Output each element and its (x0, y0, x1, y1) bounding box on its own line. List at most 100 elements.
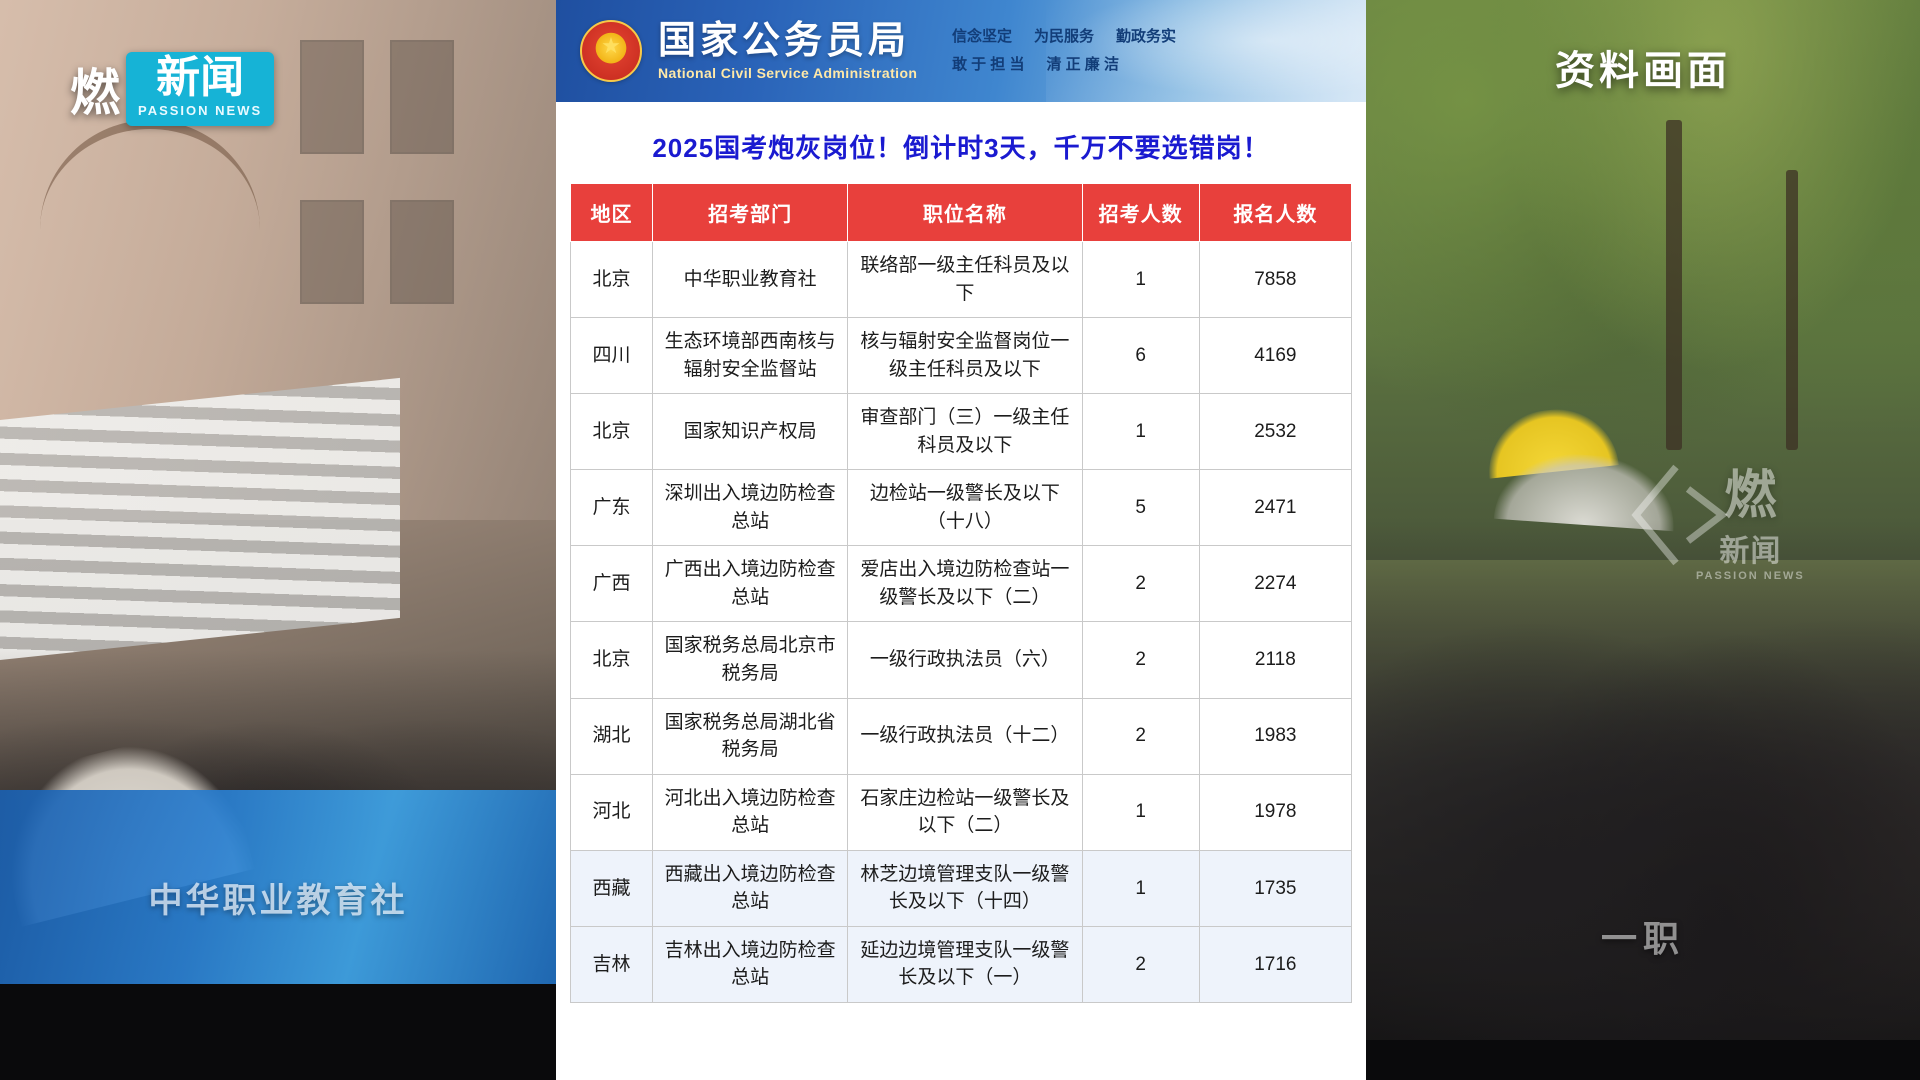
cell-applicant-count: 2274 (1198, 545, 1353, 623)
cell-position: 延边边境管理支队一级警长及以下（一） (847, 925, 1083, 1003)
cell-department: 中华职业教育社 (651, 240, 849, 319)
table-row: 北京 中华职业教育社 联络部一级主任科员及以下 1 7858 (570, 240, 1353, 319)
cell-department: 生态环境部西南核与辐射安全监督站 (651, 317, 849, 395)
cell-region: 北京 (570, 621, 653, 699)
watermark-brand-en: PASSION NEWS (1696, 570, 1805, 582)
table-row: 湖北 国家税务总局湖北省税务局 一级行政执法员（十二） 2 1983 (570, 697, 1353, 775)
logo-brand-cn: 新闻 (156, 53, 245, 102)
cell-department: 国家税务总局湖北省税务局 (651, 697, 849, 775)
cell-region: 广西 (570, 545, 653, 623)
organization-names: 国家公务员局 National Civil Service Administra… (658, 19, 918, 82)
cell-region: 吉林 (570, 925, 653, 1003)
cell-hire-count: 2 (1081, 545, 1200, 623)
cell-region: 河北 (570, 773, 653, 851)
column-header-applicant-count: 报名人数 (1198, 183, 1353, 242)
right-video-panel: 资料画面 燃 新闻 PASSION NEWS 一职 (1366, 0, 1920, 1080)
positions-table: 地区 招考部门 职位名称 招考人数 报名人数 北京 中华职业教育社 联络部一级主… (570, 183, 1353, 1003)
cell-hire-count: 1 (1081, 773, 1200, 851)
cell-department: 国家知识产权局 (651, 393, 849, 471)
building-window (300, 200, 364, 304)
cell-position: 联络部一级主任科员及以下 (847, 240, 1083, 319)
channel-logo: 燃 新闻 PASSION NEWS (70, 52, 275, 126)
cell-department: 河北出入境边防检查总站 (651, 773, 849, 851)
slogan-line1-right: 勤政务实 (1115, 27, 1176, 45)
column-header-hire-count: 招考人数 (1081, 183, 1200, 242)
cell-applicant-count: 2471 (1198, 469, 1353, 547)
table-row: 吉林 吉林出入境边防检查总站 延边边境管理支队一级警长及以下（一） 2 1716 (570, 925, 1353, 1003)
table-container: 地区 招考部门 职位名称 招考人数 报名人数 北京 中华职业教育社 联络部一级主… (570, 183, 1353, 1003)
document-header: ★ 国家公务员局 National Civil Service Administ… (556, 0, 1366, 102)
slogan-line2-right: 清 正 廉 洁 (1046, 56, 1119, 73)
slogan-line1-left: 信念坚定 (951, 27, 1012, 45)
watermark-brand-cn: 新闻 (1719, 535, 1782, 568)
cell-hire-count: 5 (1081, 469, 1200, 547)
cell-position: 一级行政执法员（十二） (847, 697, 1083, 775)
crowd-silhouettes (1366, 520, 1920, 1080)
logo-brand-en: PASSION NEWS (138, 103, 263, 118)
building-window (390, 40, 454, 154)
logo-mark-glyph: 燃 (70, 65, 120, 121)
right-subtitle-text: 一职 (1600, 918, 1685, 959)
cell-region: 广东 (570, 469, 653, 547)
table-row: 四川 生态环境部西南核与辐射安全监督站 核与辐射安全监督岗位一级主任科员及以下 … (570, 317, 1353, 395)
cell-hire-count: 1 (1081, 849, 1200, 927)
cell-region: 西藏 (570, 849, 653, 927)
table-row: 北京 国家税务总局北京市税务局 一级行政执法员（六） 2 2118 (570, 621, 1353, 699)
column-header-region: 地区 (570, 183, 653, 242)
slogan-line1-mid: 为民服务 (1033, 27, 1094, 45)
cell-hire-count: 2 (1081, 621, 1200, 699)
org-name-cn: 国家公务员局 (658, 19, 911, 62)
cell-region: 北京 (570, 240, 653, 319)
cell-applicant-count: 1983 (1198, 697, 1353, 775)
cell-position: 爱店出入境边防检查站一级警长及以下（二） (847, 545, 1083, 623)
tree-trunk (1666, 120, 1682, 450)
cell-hire-count: 2 (1081, 697, 1200, 775)
cell-applicant-count: 1978 (1198, 773, 1353, 851)
national-emblem-icon: ★ (580, 20, 642, 82)
cell-region: 湖北 (570, 697, 653, 775)
column-header-position: 职位名称 (847, 183, 1083, 242)
building-window (390, 200, 454, 304)
cell-department: 深圳出入境边防检查总站 (651, 469, 849, 547)
cell-hire-count: 1 (1081, 240, 1200, 319)
right-caption: 资料画面 (1555, 49, 1731, 93)
cell-position: 一级行政执法员（六） (847, 621, 1083, 699)
left-overlay-text: 中华职业教育社 (148, 882, 408, 920)
table-row: 广东 深圳出入境边防检查总站 边检站一级警长及以下（十八） 5 2471 (570, 469, 1353, 547)
table-head: 地区 招考部门 职位名称 招考人数 报名人数 (570, 183, 1353, 242)
logo-badge: 新闻 PASSION NEWS (126, 52, 275, 126)
table-row: 西藏 西藏出入境边防检查总站 林芝边境管理支队一级警长及以下（十四） 1 173… (570, 849, 1353, 927)
screenshot-stage: 中华职业教育社 燃 新闻 PASSION NEWS ★ 国家公务员局 Natio… (0, 0, 1920, 1080)
stairs (0, 377, 400, 663)
cell-position: 边检站一级警长及以下（十八） (847, 469, 1083, 547)
slogan-line2-left: 敢 于 担 当 (951, 56, 1025, 73)
cell-department: 吉林出入境边防检查总站 (651, 925, 849, 1003)
page-title: 2025国考炮灰岗位！倒计时3天，千万不要选错岗！ (652, 133, 1270, 163)
cell-position: 审查部门（三）一级主任科员及以下 (847, 393, 1083, 471)
left-video-panel: 中华职业教育社 燃 新闻 PASSION NEWS (0, 0, 556, 1080)
cell-region: 北京 (570, 393, 653, 471)
building-window (300, 40, 364, 154)
cell-applicant-count: 4169 (1198, 317, 1353, 395)
cell-applicant-count: 1716 (1198, 925, 1353, 1003)
header-slogan: 信念坚定 为民服务 勤政务实 敢 于 担 当 清 正 廉 洁 (952, 23, 1176, 80)
channel-watermark: 燃 新闻 PASSION NEWS (1696, 470, 1805, 582)
table-row: 北京 国家知识产权局 审查部门（三）一级主任科员及以下 1 2532 (570, 393, 1353, 471)
cell-department: 西藏出入境边防检查总站 (651, 849, 849, 927)
table-header-row: 地区 招考部门 职位名称 招考人数 报名人数 (570, 183, 1353, 242)
bottom-letterbox (0, 984, 556, 1080)
table-row: 河北 河北出入境边防检查总站 石家庄边检站一级警长及以下（二） 1 1978 (570, 773, 1353, 851)
emblem-star-glyph: ★ (601, 33, 621, 59)
cell-hire-count: 2 (1081, 925, 1200, 1003)
table-row: 广西 广西出入境边防检查总站 爱店出入境边防检查站一级警长及以下（二） 2 22… (570, 545, 1353, 623)
cell-department: 国家税务总局北京市税务局 (651, 621, 849, 699)
cell-applicant-count: 1735 (1198, 849, 1353, 927)
cell-position: 石家庄边检站一级警长及以下（二） (847, 773, 1083, 851)
org-name-en: National Civil Service Administration (658, 65, 918, 82)
cell-department: 广西出入境边防检查总站 (651, 545, 849, 623)
column-header-department: 招考部门 (651, 183, 849, 242)
table-body: 北京 中华职业教育社 联络部一级主任科员及以下 1 7858 四川 生态环境部西… (570, 240, 1353, 1003)
tree-trunk (1786, 170, 1798, 450)
cell-position: 核与辐射安全监督岗位一级主任科员及以下 (847, 317, 1083, 395)
cell-hire-count: 1 (1081, 393, 1200, 471)
